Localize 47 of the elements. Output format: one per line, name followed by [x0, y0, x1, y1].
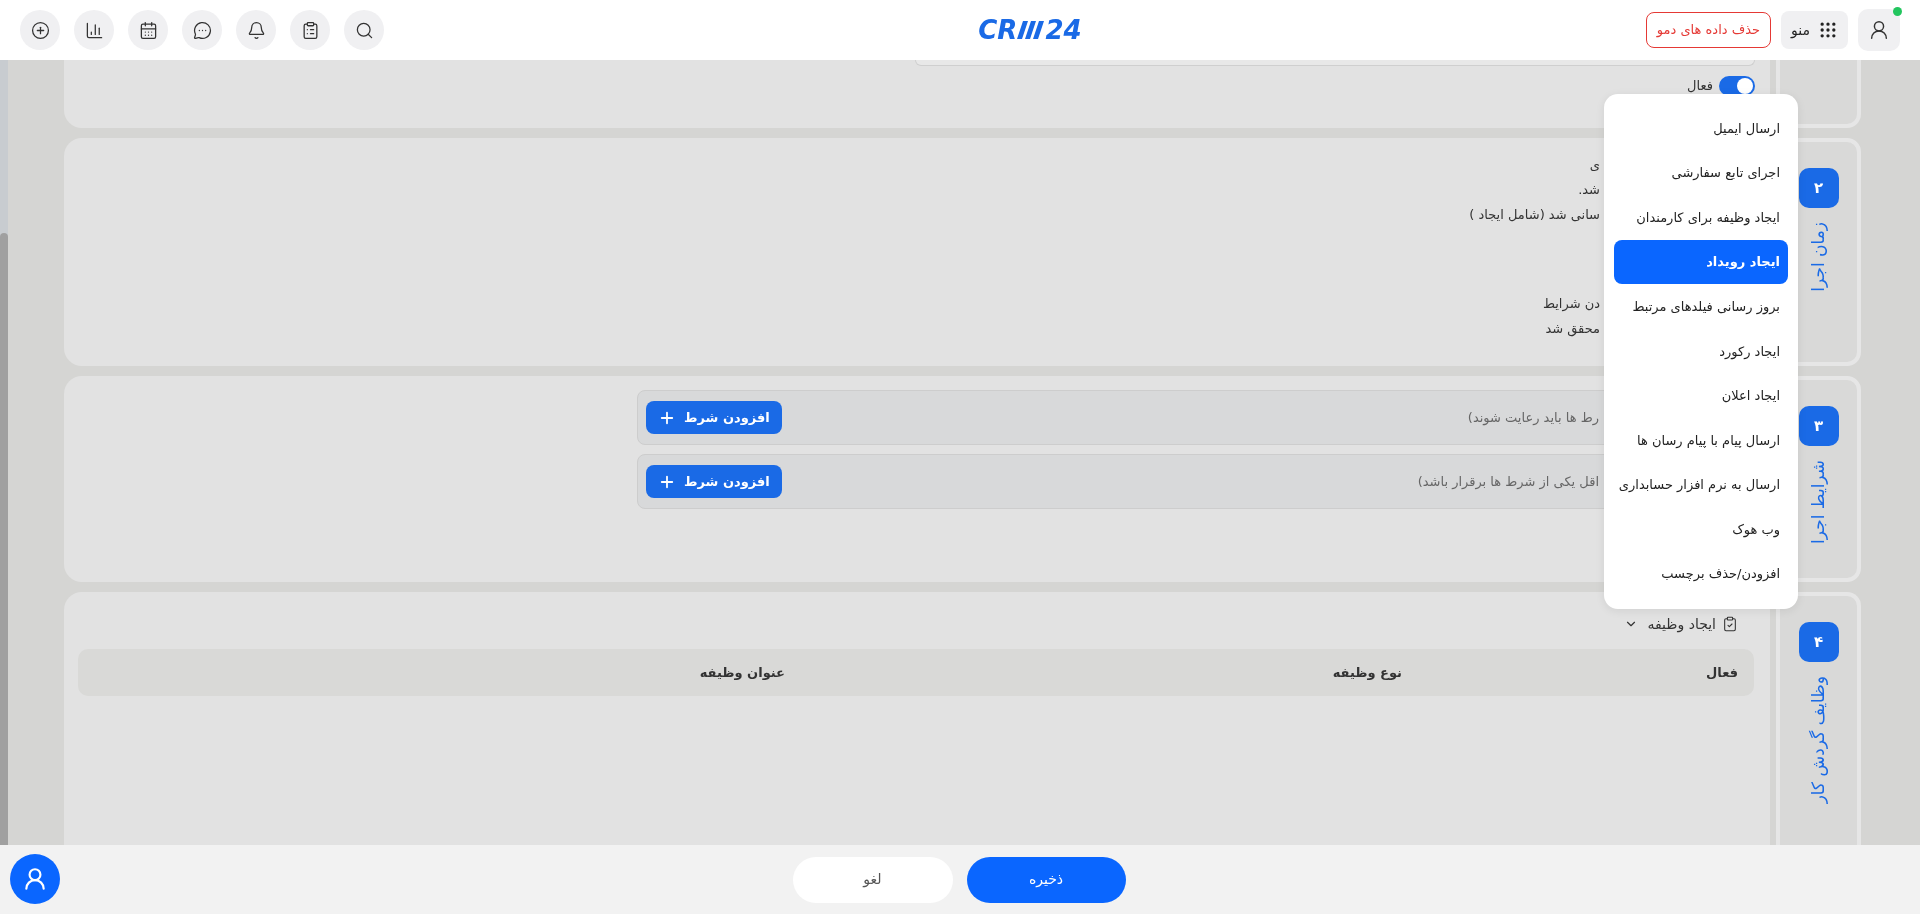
- step-number: ۲: [1798, 168, 1839, 208]
- toggle-label: فعال: [1687, 77, 1713, 96]
- scrollbar[interactable]: [0, 60, 8, 845]
- step-label: وظایف گردش کار: [1806, 676, 1829, 804]
- user-icon: [22, 866, 48, 892]
- cancel-button[interactable]: لغو: [792, 856, 953, 903]
- add-condition-button[interactable]: افزودن شرط: [646, 401, 782, 434]
- column-header: فعال: [1705, 663, 1739, 682]
- toggle-switch[interactable]: [1719, 76, 1755, 96]
- logo-text: CR: [978, 13, 1018, 47]
- step-tab[interactable]: ۴ وظایف گردش کار: [1776, 592, 1861, 845]
- logo-slashes-icon: [1017, 19, 1046, 41]
- column-header: نوع وظیفه: [1331, 663, 1403, 682]
- bar-chart-icon[interactable]: [74, 10, 114, 50]
- option-text: محقق شد: [1544, 320, 1600, 339]
- input-field[interactable]: [915, 60, 1755, 66]
- menu-button[interactable]: منو: [1781, 11, 1848, 49]
- logo[interactable]: CR 24: [978, 10, 1082, 50]
- chat-icon[interactable]: [182, 10, 222, 50]
- scrollbar-thumb[interactable]: [0, 233, 8, 845]
- chat-support-button[interactable]: [10, 854, 60, 904]
- clipboard-icon: [1722, 616, 1738, 632]
- option-text: شد.: [1577, 181, 1600, 199]
- option-text: دن شرایط: [1541, 295, 1600, 314]
- search-icon[interactable]: [344, 10, 384, 50]
- step-label: شرایط اجرا: [1806, 460, 1829, 544]
- add-icon[interactable]: [20, 10, 60, 50]
- option-text: سانی شد (شامل ایجاد ): [1468, 206, 1600, 224]
- add-condition-button[interactable]: افزودن شرط: [646, 465, 782, 498]
- step-number: ۴: [1798, 622, 1839, 662]
- user-icon: [1868, 19, 1890, 41]
- condition-text: رط ها باید رعایت شوند): [1467, 408, 1599, 428]
- save-button[interactable]: ذخیره: [966, 856, 1126, 903]
- column-header: عنوان وظیفه: [698, 663, 786, 682]
- menu-item[interactable]: ایجاد رویداد: [1614, 239, 1788, 285]
- clipboard-icon[interactable]: [290, 10, 330, 50]
- step-number: ۳: [1798, 406, 1839, 446]
- delete-demo-button[interactable]: حذف داده های دمو: [1645, 12, 1772, 48]
- bell-icon[interactable]: [236, 10, 276, 50]
- condition-text: اقل یکی از شرط ها برقرار باشد): [1417, 472, 1599, 492]
- option-text: ی: [1588, 156, 1600, 174]
- logo-text: 24: [1045, 13, 1082, 47]
- step-label: زمان اجرا: [1806, 222, 1829, 292]
- calendar-icon[interactable]: [128, 10, 168, 50]
- task-type-dropdown[interactable]: ایجاد وظیفه: [1647, 613, 1716, 635]
- grid-icon: [1818, 20, 1838, 40]
- user-button[interactable]: [1858, 9, 1900, 51]
